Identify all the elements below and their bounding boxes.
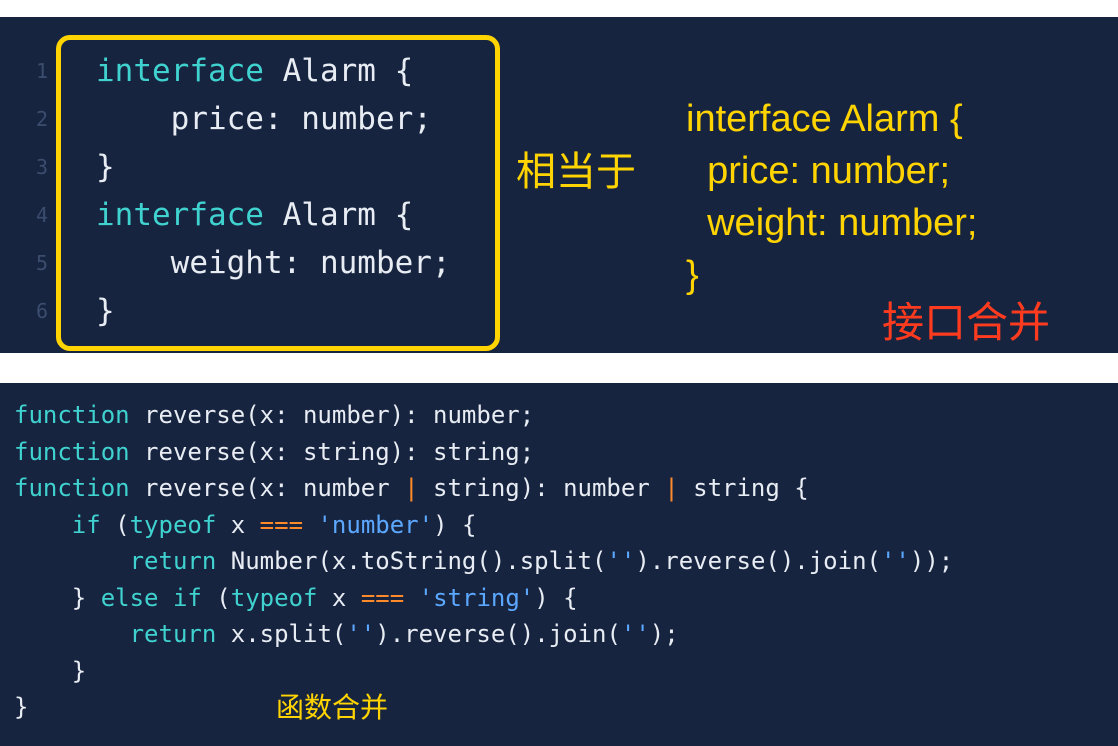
- code-token: ));: [909, 547, 954, 575]
- code-token: typeof: [230, 583, 318, 612]
- merged-interface-line: interface Alarm {: [686, 98, 963, 140]
- code-token: |: [404, 474, 419, 502]
- code-line: } else if (typeof x === 'string') {: [14, 580, 578, 617]
- code-line: function reverse(x: number): number;: [14, 397, 534, 434]
- code-token: }: [14, 583, 101, 612]
- code-token: '': [606, 547, 636, 575]
- code-token: function: [14, 401, 130, 429]
- code-token: x.split(: [216, 620, 347, 648]
- code-line: return x.split('').reverse().join('');: [14, 616, 679, 653]
- code-token: else if: [100, 583, 202, 612]
- code-token: reverse(x: number): number;: [129, 401, 535, 429]
- code-line: function reverse(x: string): string;: [14, 434, 534, 471]
- code-token: return: [129, 620, 217, 648]
- code-token: }: [14, 693, 29, 721]
- code-line: if (typeof x === 'number') {: [14, 507, 477, 544]
- code-token: (: [201, 583, 231, 612]
- code-line: }: [14, 653, 86, 690]
- merged-interface-line: weight: number;: [686, 202, 978, 244]
- code-token: x: [317, 583, 361, 612]
- code-token: ).reverse().join(: [375, 620, 621, 648]
- code-token: string {: [678, 474, 809, 502]
- code-token: ) {: [534, 583, 578, 612]
- code-line: return Number(x.toString().split('').rev…: [14, 543, 954, 580]
- function-overload-panel: function reverse(x: number): number; func…: [0, 383, 1118, 746]
- code-line: function reverse(x: number | string): nu…: [14, 470, 809, 507]
- code-token: ) {: [433, 510, 477, 539]
- code-token: reverse(x: string): string;: [129, 437, 535, 466]
- code-token: (: [100, 510, 130, 539]
- code-token: Number(x.toString().split(: [216, 547, 607, 575]
- equivalent-label: 相当于: [516, 149, 636, 195]
- interface-merge-panel: 1 2 3 4 5 6 interface Alarm { price: number;} i…: [0, 17, 1118, 353]
- code-token: |: [664, 474, 679, 502]
- code-token: }: [14, 656, 87, 685]
- interface-merge-label: 接口合并: [882, 298, 1051, 347]
- code-token: '': [620, 620, 650, 648]
- code-token: function: [14, 437, 130, 466]
- code-token: reverse(x: number: [129, 474, 405, 502]
- code-token: '': [880, 547, 910, 575]
- code-token: 'string': [418, 583, 535, 612]
- code-token: ).reverse().join(: [635, 547, 881, 575]
- code-token: ===: [259, 510, 304, 539]
- code-token: return: [129, 547, 217, 575]
- code-token: 'number': [317, 510, 434, 539]
- code-token: x: [216, 510, 260, 539]
- code-token: string): number: [418, 474, 665, 502]
- code-token: );: [649, 620, 679, 648]
- code-token: typeof: [129, 510, 217, 539]
- merged-interface-line: }: [686, 254, 699, 296]
- code-token: function: [14, 474, 130, 502]
- code-token: ===: [360, 583, 405, 612]
- function-merge-label: 函数合并: [276, 691, 389, 724]
- code-token: '': [346, 620, 376, 648]
- merged-interface-line: price: number;: [686, 150, 950, 192]
- code-token: if: [71, 510, 101, 539]
- highlight-box: [56, 35, 500, 351]
- code-line: }: [14, 689, 28, 726]
